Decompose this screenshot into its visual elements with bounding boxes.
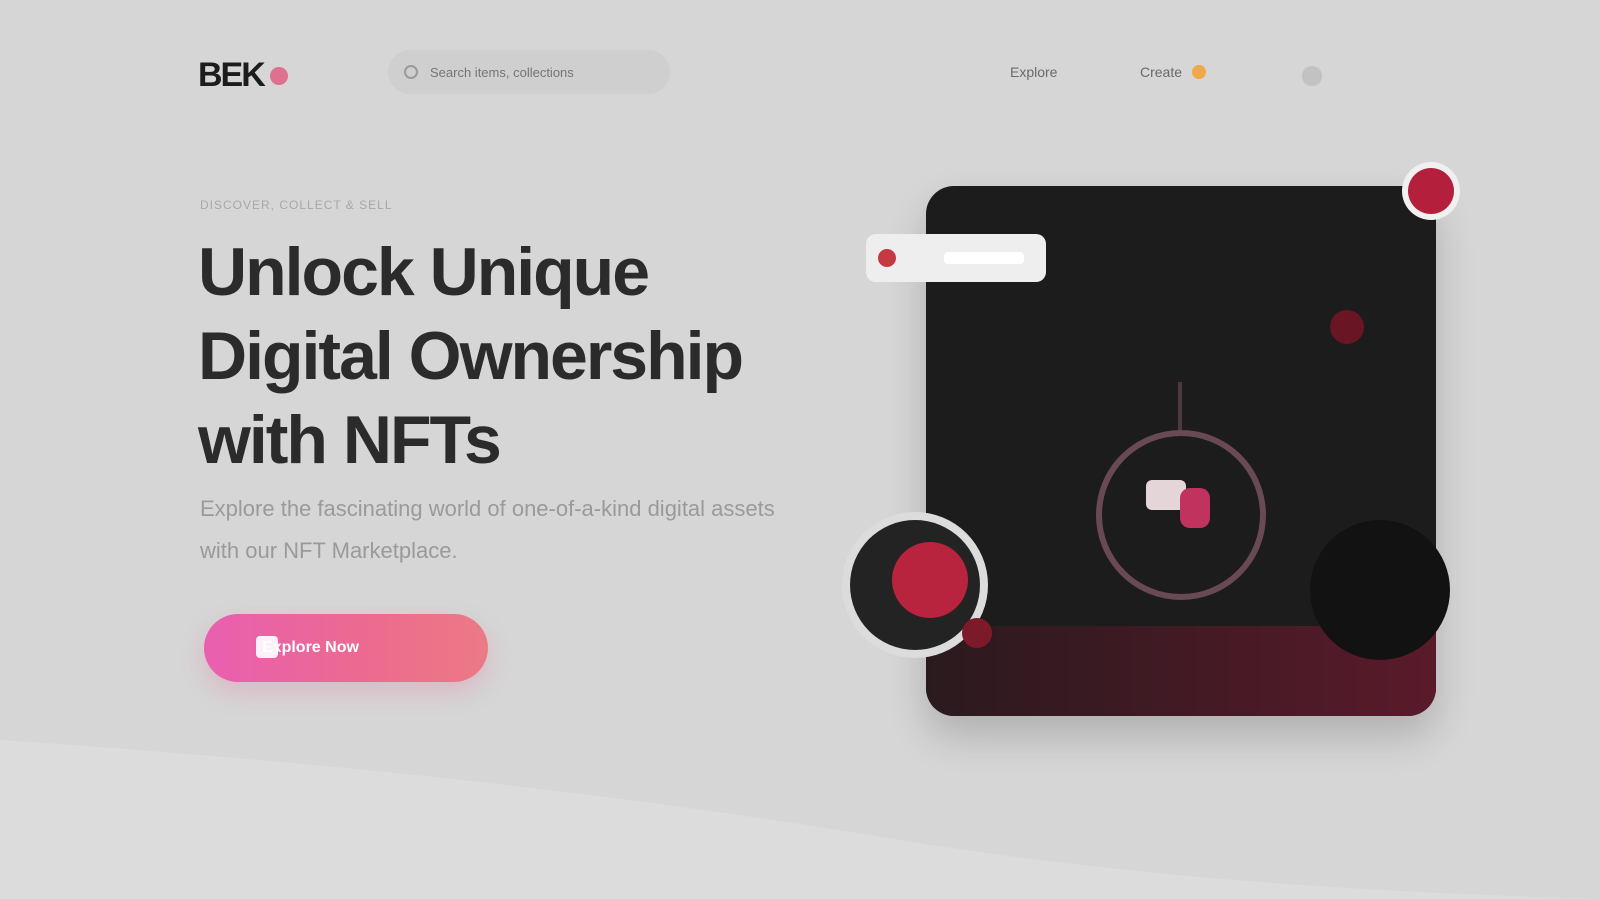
search-input[interactable] (428, 63, 652, 81)
red-orb (892, 542, 968, 618)
chip-bar (944, 252, 1024, 264)
nav-explore[interactable]: Explore (1010, 64, 1057, 80)
hero-title: Unlock Unique Digital Ownership with NFT… (198, 234, 744, 478)
search-bar[interactable] (388, 50, 670, 94)
button-icon (256, 636, 278, 658)
corner-orb (1408, 168, 1454, 214)
hero-artwork (850, 150, 1470, 730)
search-icon (404, 65, 418, 79)
logo-accent-icon (269, 66, 288, 85)
profile-icon[interactable] (1302, 66, 1322, 86)
nav-create[interactable]: Create (1140, 64, 1207, 80)
logo-text: BEK (198, 56, 266, 94)
small-orb (962, 618, 992, 648)
logo[interactable]: BEK (198, 56, 288, 95)
nav-create-label: Create (1140, 64, 1183, 80)
explore-now-button[interactable]: Explore Now (204, 614, 488, 682)
hero-subtitle: Explore the fascinating world of one-of-… (200, 496, 775, 563)
ember-orb (1330, 310, 1364, 344)
hero-eyebrow: DISCOVER, COLLECT & SELL (200, 198, 393, 212)
label-chip (866, 234, 1046, 282)
chip-dot-icon (878, 249, 896, 267)
header: BEK Explore Create (0, 0, 1600, 150)
robot-antenna (1178, 382, 1182, 430)
robot-face-accent (1180, 488, 1210, 528)
create-dot-icon (1192, 65, 1207, 79)
dark-blob (1310, 520, 1450, 660)
